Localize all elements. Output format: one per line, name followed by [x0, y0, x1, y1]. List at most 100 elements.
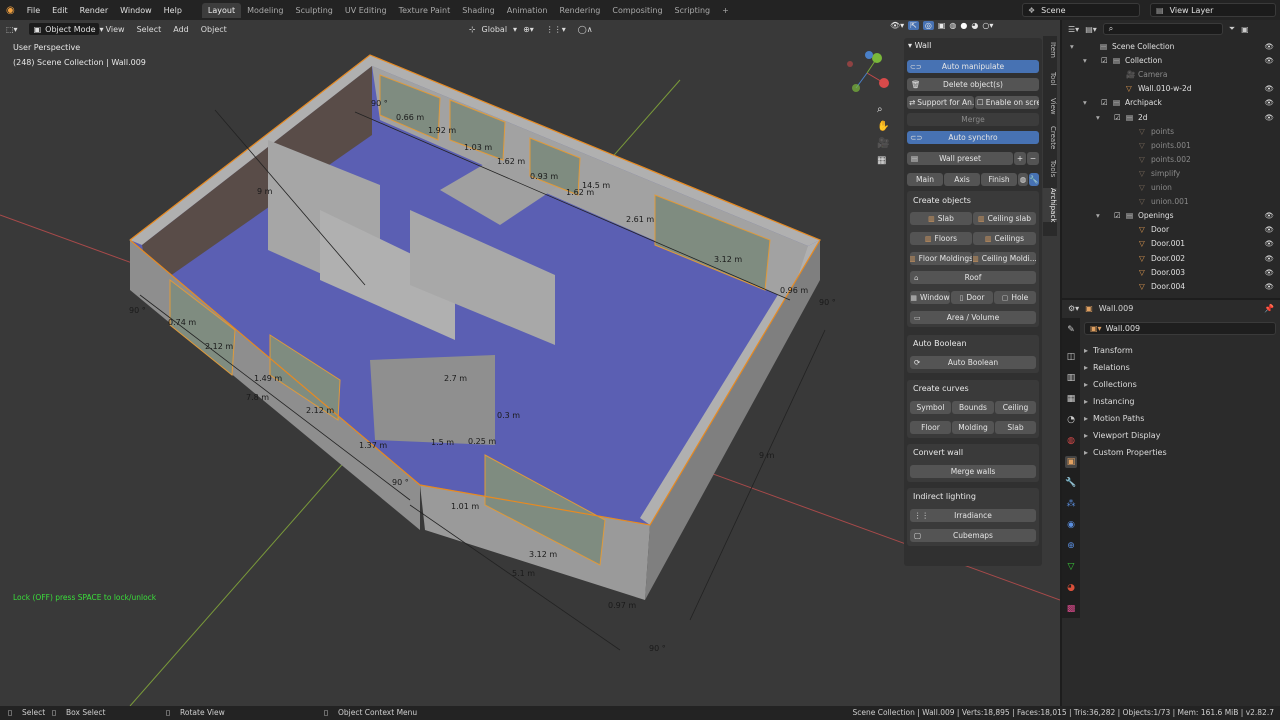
blender-logo-icon[interactable]: ◉: [0, 5, 21, 16]
eye-visibility-icon[interactable]: 👁: [1264, 42, 1274, 51]
tab-uv-editing[interactable]: UV Editing: [339, 3, 393, 18]
outliner-row[interactable]: ▽ Door 👁: [1062, 223, 1280, 237]
xray-toggle-icon[interactable]: ▣: [938, 21, 946, 30]
hole-button[interactable]: ▢ Hole: [994, 291, 1036, 304]
scene-render[interactable]: [0, 20, 1060, 706]
expand-arrow-icon[interactable]: ▾: [1096, 113, 1100, 122]
outliner-row[interactable]: ▽ points: [1062, 125, 1280, 139]
floor-curve-button[interactable]: Floor: [910, 421, 951, 434]
rendered-shading-icon[interactable]: ○▾: [982, 21, 993, 30]
editor-type-icon[interactable]: ⬚▾: [0, 25, 24, 34]
ceilings-button[interactable]: ▥ Ceilings: [973, 232, 1036, 245]
properties-section-collections[interactable]: ▸ Collections: [1084, 380, 1274, 396]
checkbox-icon[interactable]: ☑: [1101, 98, 1108, 107]
scene-tab-icon[interactable]: ◔: [1065, 414, 1077, 426]
ortho-grid-icon[interactable]: ▦: [877, 155, 889, 166]
checkbox-icon[interactable]: ☑: [1101, 56, 1108, 65]
scene-selector[interactable]: ❖ Scene: [1022, 3, 1140, 17]
outliner-row[interactable]: ▽ Door.003 👁: [1062, 266, 1280, 280]
properties-section-transform[interactable]: ▸ Transform: [1084, 346, 1274, 362]
new-collection-icon[interactable]: ▣: [1241, 25, 1249, 34]
tab-compositing[interactable]: Compositing: [606, 3, 668, 18]
texture-tab-icon[interactable]: ▩: [1065, 603, 1077, 615]
expand-arrow-icon[interactable]: ▾: [1083, 56, 1087, 65]
area-volume-button[interactable]: ▭ Area / Volume: [910, 311, 1036, 324]
properties-section-viewport-display[interactable]: ▸ Viewport Display: [1084, 431, 1274, 447]
main-button[interactable]: Main: [907, 173, 943, 186]
view-layer-selector[interactable]: ▤ View Layer: [1150, 3, 1276, 17]
tab-rendering[interactable]: Rendering: [554, 3, 607, 18]
pin-icon[interactable]: 📌: [1264, 304, 1274, 313]
tab-item[interactable]: Item: [1043, 42, 1057, 58]
gizmo-toggle-icon[interactable]: ⇱: [908, 21, 919, 30]
outliner-row[interactable]: ▾ ☑ ▤ 2d 👁: [1062, 111, 1280, 125]
modifier-tab-icon[interactable]: 🔧: [1065, 477, 1077, 489]
tab-shading[interactable]: Shading: [456, 3, 501, 18]
menu-object[interactable]: Object: [195, 25, 233, 34]
bounds-curve-button[interactable]: Bounds: [952, 401, 994, 414]
floor-moldings-button[interactable]: ▥ Floor Moldings: [910, 252, 972, 265]
pivot-icon[interactable]: ⊕▾: [517, 25, 540, 34]
tab-animation[interactable]: Animation: [501, 3, 554, 18]
delete-objects-button[interactable]: 🗑 Delete object(s): [907, 78, 1039, 91]
snap-icon[interactable]: ⋮⋮▾: [540, 25, 572, 34]
eye-visibility-icon[interactable]: 👁: [1264, 113, 1274, 122]
outliner-row[interactable]: ▾ ☑ ▤ Archipack 👁: [1062, 96, 1280, 110]
checkbox-icon[interactable]: ☑: [1114, 113, 1121, 122]
eye-visibility-icon[interactable]: 👁: [1264, 56, 1274, 65]
eye-visibility-icon[interactable]: 👁: [1264, 239, 1274, 248]
outliner-row[interactable]: ▽ union: [1062, 181, 1280, 195]
3d-viewport[interactable]: 90 ° 0.66 m 1.92 m 1.03 m 1.62 m 0.93 m 1.62 m…: [0, 20, 1060, 706]
expand-arrow-icon[interactable]: ▾: [1083, 98, 1087, 107]
outliner-row[interactable]: ▽ points.001: [1062, 139, 1280, 153]
particles-tab-icon[interactable]: ⁂: [1065, 498, 1077, 510]
zoom-icon[interactable]: ⌕: [877, 104, 889, 115]
tab-sculpting[interactable]: Sculpting: [290, 3, 339, 18]
irradiance-button[interactable]: ⋮⋮ Irradiance: [910, 509, 1036, 522]
ceiling-moldings-button[interactable]: ▥ Ceiling Moldi...: [973, 252, 1036, 265]
outliner-row[interactable]: ▽ Door.002 👁: [1062, 252, 1280, 266]
symbol-curve-button[interactable]: Symbol: [910, 401, 951, 414]
menu-select[interactable]: Select: [131, 25, 168, 34]
properties-section-custom-properties[interactable]: ▸ Custom Properties: [1084, 448, 1274, 464]
view-layer-tab-icon[interactable]: ▦: [1065, 393, 1077, 405]
merge-walls-button[interactable]: Merge walls: [910, 465, 1036, 478]
support-for-button[interactable]: ⇄ Support for An...: [907, 96, 974, 109]
wall-preset-button[interactable]: ▤ Wall preset: [907, 152, 1013, 165]
outliner-row[interactable]: ▽ Wall.010-w-2d 👁: [1062, 82, 1280, 96]
slab-curve-button[interactable]: Slab: [995, 421, 1036, 434]
tab-tools[interactable]: Tools: [1043, 160, 1057, 177]
solid-shading-icon[interactable]: ●: [960, 21, 967, 30]
enable-on-screen-button[interactable]: ☐Enable on scre...: [975, 96, 1039, 109]
menu-file[interactable]: File: [21, 6, 46, 15]
menu-help[interactable]: Help: [158, 6, 188, 15]
window-button[interactable]: ▦ Window: [910, 291, 950, 304]
outliner-search-input[interactable]: ⌕: [1102, 23, 1223, 35]
eye-visibility-icon[interactable]: 👁: [1264, 282, 1274, 291]
menu-edit[interactable]: Edit: [46, 6, 74, 15]
cubemaps-button[interactable]: ▢ Cubemaps: [910, 529, 1036, 542]
tab-tool[interactable]: Tool: [1043, 72, 1057, 86]
auto-synchro-button[interactable]: ⊂⊃ Auto synchro: [907, 131, 1039, 144]
properties-section-relations[interactable]: ▸ Relations: [1084, 363, 1274, 379]
visibility-icon[interactable]: 👁▾: [890, 21, 904, 30]
filter-icon[interactable]: ⏷: [1229, 24, 1235, 34]
floors-button[interactable]: ▥ Floors: [910, 232, 972, 245]
add-preset-button[interactable]: +: [1014, 152, 1026, 165]
panel-title-wall[interactable]: ▾ Wall: [908, 41, 931, 50]
tab-texture-paint[interactable]: Texture Paint: [393, 3, 457, 18]
world-tab-icon[interactable]: ◍: [1065, 435, 1077, 447]
outliner-row[interactable]: ▽ points.002: [1062, 153, 1280, 167]
mode-selector[interactable]: ▣ Object Mode ▾: [27, 22, 104, 36]
tab-layout[interactable]: Layout: [201, 2, 242, 18]
properties-editor-icon[interactable]: ⚙▾: [1068, 304, 1079, 313]
constraints-tab-icon[interactable]: ⊕: [1065, 540, 1077, 552]
display-mode-icon[interactable]: ▤▾: [1085, 25, 1097, 34]
add-workspace-icon[interactable]: +: [716, 3, 735, 18]
finish-button[interactable]: Finish: [981, 173, 1017, 186]
checkbox-icon[interactable]: ☑: [1114, 211, 1121, 220]
door-button[interactable]: ▯ Door: [951, 291, 993, 304]
proportional-edit-icon[interactable]: ◯∧: [572, 25, 599, 34]
axis-button[interactable]: Axis: [944, 173, 980, 186]
auto-boolean-button[interactable]: ⟳ Auto Boolean: [910, 356, 1036, 369]
